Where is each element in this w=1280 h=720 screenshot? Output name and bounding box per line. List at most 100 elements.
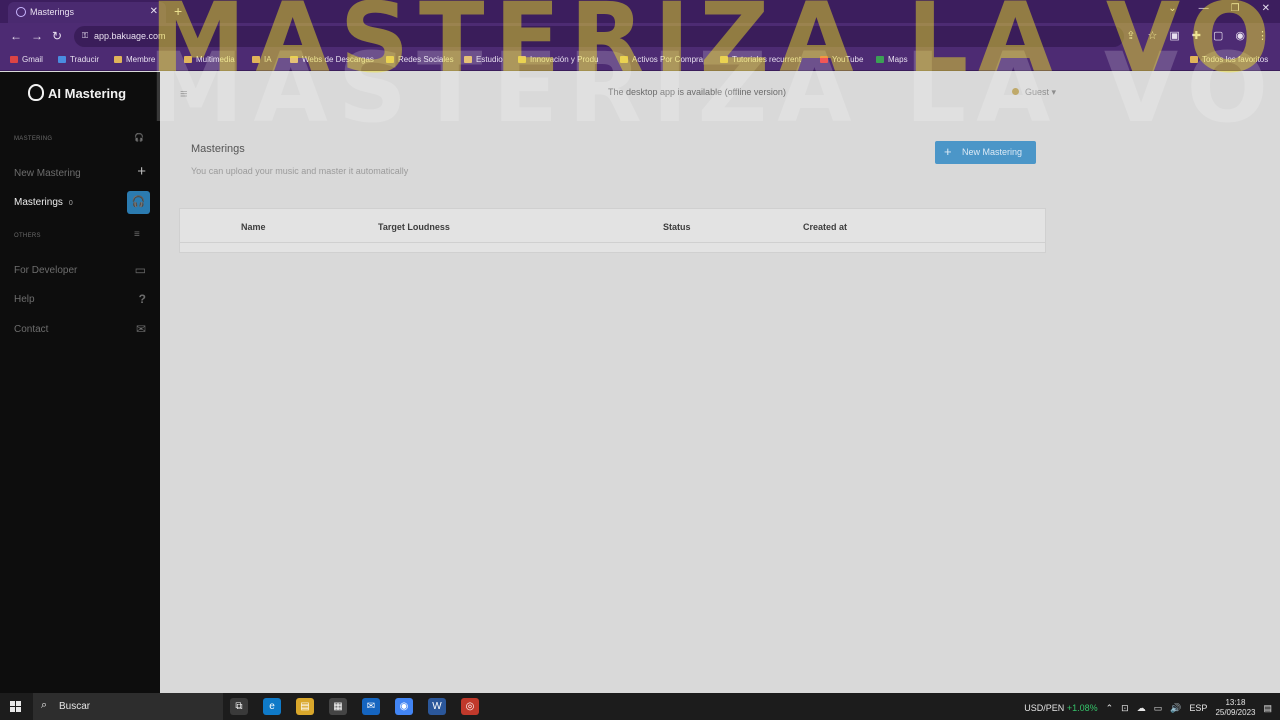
column-header-target-loudness[interactable]: Target Loudness bbox=[378, 222, 450, 232]
desktop-app-notice-link[interactable]: The desktop app is available (offline ve… bbox=[608, 87, 786, 97]
word-icon[interactable]: W bbox=[428, 698, 446, 715]
translate-icon[interactable]: ▣ bbox=[1169, 29, 1179, 42]
bookmark-item[interactable]: Membre bbox=[114, 55, 155, 64]
hidden-icons-chevron-icon[interactable]: ⌃ bbox=[1106, 703, 1114, 714]
cloud-icon[interactable]: ☁ bbox=[1137, 703, 1146, 714]
language-indicator[interactable]: ESP bbox=[1189, 703, 1207, 713]
bookmark-item[interactable]: Maps bbox=[876, 55, 908, 64]
headphones-icon[interactable]: 🎧 bbox=[127, 191, 150, 214]
window-controls: ⌄ — ❐ ✕ bbox=[1168, 3, 1270, 14]
bookmark-item[interactable]: Activos Por Compra bbox=[620, 55, 703, 64]
sidebar-item-label: Help bbox=[14, 294, 35, 305]
logo-icon bbox=[28, 84, 44, 101]
masterings-table: Name Target Loudness Status Created at bbox=[179, 208, 1046, 253]
chrome-icon[interactable]: ◉ bbox=[395, 698, 413, 715]
column-header-name[interactable]: Name bbox=[241, 222, 266, 232]
new-tab-button[interactable]: + bbox=[174, 3, 182, 19]
close-window-button[interactable]: ✕ bbox=[1262, 3, 1270, 14]
recorder-icon[interactable]: ◎ bbox=[461, 698, 479, 715]
main-content: ≡ The desktop app is available (offline … bbox=[160, 72, 1280, 693]
system-tray: USD/PEN +1.08% ⌃ ⊡ ☁ ▭ 🔊 ESP 13:18 25/09… bbox=[1024, 698, 1272, 718]
volume-icon[interactable]: 🔊 bbox=[1170, 703, 1181, 714]
avatar bbox=[1012, 88, 1019, 95]
bookmark-star-icon[interactable]: ☆ bbox=[1147, 29, 1157, 42]
new-mastering-button[interactable]: + New Mastering bbox=[935, 141, 1036, 164]
address-bar[interactable]: ⚿ app.bakuage.com bbox=[74, 26, 1124, 47]
monitor-icon: ▭ bbox=[134, 263, 146, 277]
bookmark-item[interactable]: Multimedia bbox=[184, 55, 235, 64]
tab-favicon-icon bbox=[16, 7, 26, 17]
page-title: Masterings bbox=[191, 143, 245, 155]
taskbar-search[interactable]: ⌕ Buscar bbox=[33, 693, 223, 720]
menu-toggle-icon[interactable]: ≡ bbox=[180, 86, 188, 101]
sidebar-item-for-developer[interactable]: For Developer ▭ bbox=[14, 263, 150, 277]
sidebar-item-label: New Mastering bbox=[14, 168, 81, 179]
new-mastering-button-label: New Mastering bbox=[962, 147, 1023, 157]
back-icon[interactable]: ← bbox=[10, 29, 22, 43]
network-icon[interactable]: ▭ bbox=[1154, 703, 1163, 714]
bookmark-item[interactable]: Redes Sociales bbox=[386, 55, 454, 64]
tab-title: Masterings bbox=[30, 7, 75, 17]
bookmark-item[interactable]: Tutoriales recurrent bbox=[720, 55, 801, 64]
sidebar-item-new-mastering[interactable]: New Mastering + bbox=[14, 163, 150, 180]
menu-kebab-icon[interactable]: ⋮ bbox=[1257, 29, 1268, 42]
sidebar-item-label: For Developer bbox=[14, 265, 78, 276]
bookmarks-bar: Gmail Traducir Membre Multimedia IA Webs… bbox=[0, 50, 1280, 71]
os-taskbar: ⌕ Buscar ⧉ e ▤ ▦ ✉ ◉ W ◎ USD/PEN +1.08% … bbox=[0, 693, 1280, 720]
maximize-button[interactable]: ❐ bbox=[1231, 3, 1240, 14]
column-header-status[interactable]: Status bbox=[663, 222, 691, 232]
column-header-created-at[interactable]: Created at bbox=[803, 222, 847, 232]
bookmark-item[interactable]: Webs de Descargas bbox=[290, 55, 374, 64]
clock-date: 25/09/2023 bbox=[1215, 708, 1256, 717]
profile-avatar[interactable]: ◉ bbox=[1235, 29, 1245, 42]
app-logo[interactable]: AI Mastering bbox=[28, 84, 126, 101]
minimize-button[interactable]: — bbox=[1199, 3, 1209, 14]
site-info-icon[interactable]: ⚿ bbox=[82, 31, 88, 41]
file-explorer-icon[interactable]: ▤ bbox=[296, 698, 314, 715]
headphones-section-icon: 🎧 bbox=[134, 133, 144, 142]
bookmark-item[interactable]: Traducir bbox=[58, 55, 99, 64]
store-icon[interactable]: ▦ bbox=[329, 698, 347, 715]
browser-tab-strip: Masterings ✕ + ⌄ — ❐ ✕ bbox=[0, 0, 1280, 23]
section-heading-mastering: MASTERING bbox=[14, 136, 53, 142]
browser-toolbar: ← → ↻ ⚿ app.bakuage.com ⇪ ☆ ▣ ✚ ▢ ◉ ⋮ bbox=[0, 23, 1280, 50]
plus-icon: + bbox=[944, 144, 952, 159]
edge-icon[interactable]: e bbox=[263, 698, 281, 715]
search-icon: ⌕ bbox=[41, 699, 48, 711]
windows-start-icon[interactable] bbox=[10, 701, 21, 712]
page-subtitle: You can upload your music and master it … bbox=[191, 166, 409, 176]
reload-icon[interactable]: ↻ bbox=[52, 29, 62, 43]
all-bookmarks-folder[interactable]: Todos los favoritos bbox=[1190, 55, 1268, 64]
envelope-icon: ✉ bbox=[135, 322, 146, 336]
section-heading-others: OTHERS bbox=[14, 233, 41, 239]
bookmark-item[interactable]: Gmail bbox=[10, 55, 43, 64]
bookmark-item[interactable]: IA bbox=[252, 55, 272, 64]
extensions-icon[interactable]: ✚ bbox=[1192, 29, 1201, 42]
task-view-icon[interactable]: ⧉ bbox=[230, 698, 248, 715]
bookmark-item[interactable]: YouTube bbox=[820, 55, 863, 64]
close-tab-icon[interactable]: ✕ bbox=[150, 6, 158, 17]
mail-icon[interactable]: ✉ bbox=[362, 698, 380, 715]
tab-search-icon[interactable]: ⌄ bbox=[1168, 3, 1176, 14]
notifications-icon[interactable]: ▤ bbox=[1263, 703, 1272, 714]
browser-tab[interactable]: Masterings ✕ bbox=[8, 2, 166, 23]
clock-time: 13:18 bbox=[1225, 698, 1246, 707]
url-text: app.bakuage.com bbox=[94, 31, 166, 41]
bookmark-item[interactable]: Estudio bbox=[464, 55, 503, 64]
sidebar-item-label: Masterings bbox=[14, 197, 63, 208]
table-divider bbox=[180, 242, 1045, 243]
sidebar-item-contact[interactable]: Contact ✉ bbox=[14, 322, 150, 336]
taskbar-search-label: Buscar bbox=[59, 701, 91, 712]
bookmark-item[interactable]: Innovación y Produ bbox=[518, 55, 599, 64]
sidebar-item-help[interactable]: Help ? bbox=[14, 292, 150, 306]
user-menu[interactable]: Guest ▾ bbox=[1012, 87, 1056, 98]
side-panel-icon[interactable]: ▢ bbox=[1213, 29, 1223, 42]
forward-icon[interactable]: → bbox=[31, 29, 43, 43]
logo-text: AI Mastering bbox=[48, 86, 127, 101]
list-icon: ≡ bbox=[134, 229, 140, 240]
currency-widget[interactable]: USD/PEN +1.08% bbox=[1024, 703, 1097, 713]
share-icon[interactable]: ⇪ bbox=[1126, 29, 1135, 42]
clock[interactable]: 13:18 25/09/2023 bbox=[1215, 698, 1255, 718]
sidebar-item-label: Contact bbox=[14, 324, 49, 335]
tray-app-icon[interactable]: ⊡ bbox=[1121, 703, 1129, 714]
